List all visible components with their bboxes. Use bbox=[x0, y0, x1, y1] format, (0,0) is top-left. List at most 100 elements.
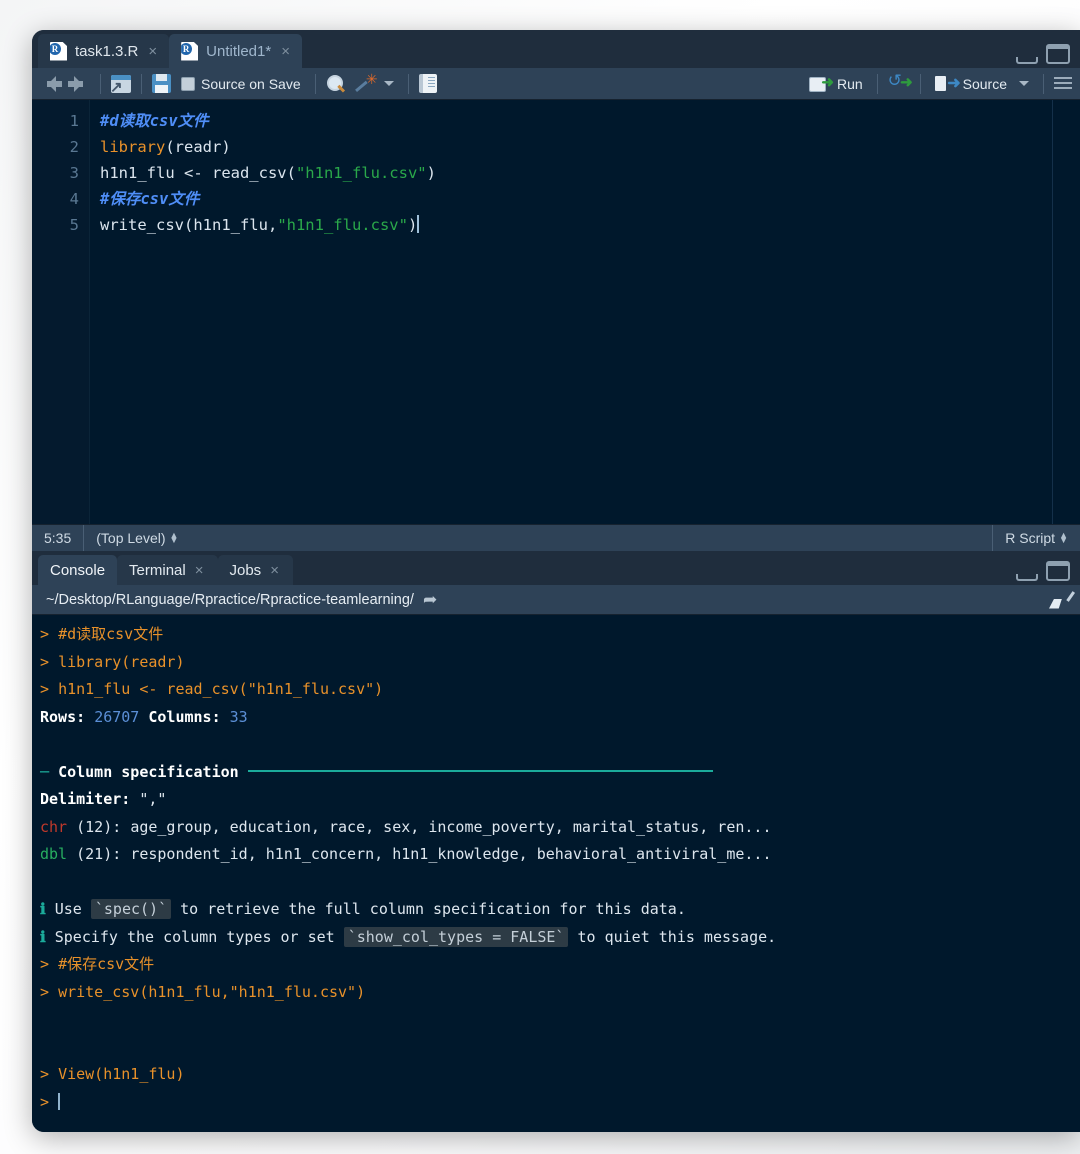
back-arrow-icon[interactable] bbox=[40, 76, 62, 92]
code-line[interactable]: write_csv(h1n1_flu,"h1n1_flu.csv") bbox=[100, 212, 1080, 238]
code-token: h1n1_flu <- read_csv( bbox=[100, 164, 296, 182]
line-number: 5 bbox=[69, 216, 79, 234]
notebook-icon[interactable] bbox=[418, 74, 437, 93]
minimize-icon[interactable] bbox=[1016, 574, 1038, 581]
divider bbox=[141, 73, 142, 94]
broom-icon[interactable] bbox=[1048, 590, 1070, 610]
console-output[interactable]: > #d读取csv文件 > library(readr) > h1n1_flu <-… bbox=[32, 615, 1080, 1132]
column-type-count: (21): bbox=[76, 845, 131, 863]
chevron-down-icon bbox=[383, 80, 394, 91]
code-token: library bbox=[100, 138, 166, 156]
info-text: to quiet this message. bbox=[568, 927, 777, 946]
line-number: 4 bbox=[69, 190, 79, 208]
column-type-kind: dbl bbox=[40, 845, 77, 863]
source-tab-untitled1[interactable]: Untitled1* × bbox=[169, 34, 302, 68]
line-number: 3 bbox=[69, 164, 79, 182]
source-tab-label: task1.3.R bbox=[75, 42, 139, 60]
rerun-icon[interactable] bbox=[888, 71, 913, 92]
section-dash: ─ bbox=[40, 762, 59, 781]
console-prompt: > bbox=[40, 625, 59, 643]
divider bbox=[100, 73, 101, 94]
column-type-names: respondent_id, h1n1_concern, h1n1_knowle… bbox=[130, 845, 772, 863]
close-icon[interactable]: × bbox=[279, 44, 292, 59]
save-icon[interactable] bbox=[152, 74, 171, 93]
code-line[interactable]: #d读取csv文件 bbox=[100, 108, 1080, 134]
maximize-icon[interactable] bbox=[1046, 561, 1070, 581]
tab-terminal[interactable]: Terminal × bbox=[117, 555, 218, 585]
tab-console[interactable]: Console bbox=[38, 555, 118, 585]
info-text: Specify the column types or set bbox=[54, 927, 344, 946]
go-to-directory-icon[interactable]: ➦ bbox=[423, 590, 437, 610]
show-in-new-window-icon[interactable] bbox=[110, 74, 131, 96]
rows-value: 26707 bbox=[94, 707, 149, 726]
cursor-position: 5:35 bbox=[32, 525, 83, 551]
forward-arrow-icon[interactable] bbox=[68, 75, 90, 92]
info-text: to retrieve the full column specificatio… bbox=[171, 900, 686, 918]
run-button[interactable]: Run bbox=[805, 73, 867, 94]
minimize-icon[interactable] bbox=[1016, 57, 1038, 64]
stepper-icon: ▲ ▼ bbox=[1059, 530, 1068, 545]
source-on-save-toggle[interactable]: Source on Save bbox=[177, 74, 305, 94]
info-icon: ℹ bbox=[40, 927, 55, 946]
console-window-buttons bbox=[1016, 561, 1070, 581]
console-command-line: > #保存csv文件 bbox=[40, 951, 1080, 979]
divider bbox=[919, 73, 921, 94]
stepper-icon: ▲ ▼ bbox=[169, 530, 179, 545]
source-button[interactable]: Source bbox=[931, 73, 1033, 94]
rows-label: Rows: bbox=[40, 707, 95, 726]
source-tab-task1[interactable]: task1.3.R × bbox=[38, 34, 170, 68]
console-cursor bbox=[58, 1092, 61, 1110]
console-command: #保存csv文件 bbox=[58, 955, 155, 973]
info-text: Use bbox=[54, 900, 91, 918]
text-cursor bbox=[417, 215, 420, 233]
code-token: ) bbox=[426, 164, 436, 182]
scope-selector[interactable]: (Top Level) ▲ ▼ bbox=[84, 525, 190, 551]
divider bbox=[1043, 73, 1044, 94]
close-icon[interactable]: × bbox=[268, 563, 281, 578]
r-file-icon bbox=[50, 41, 67, 61]
document-outline-icon[interactable] bbox=[1054, 76, 1072, 92]
info-icon: ℹ bbox=[40, 900, 55, 918]
close-icon[interactable]: × bbox=[146, 44, 159, 59]
divider bbox=[407, 73, 409, 94]
console-prompt: > bbox=[40, 982, 59, 1001]
console-pathbar: ~/Desktop/RLanguage/Rpractice/Rpractice-… bbox=[32, 585, 1080, 615]
console-column-type-line: dbl (21): respondent_id, h1n1_concern, h… bbox=[40, 841, 1080, 869]
chevron-down-icon[interactable] bbox=[1019, 80, 1029, 91]
code-tools-button[interactable] bbox=[352, 71, 398, 96]
code-line[interactable]: library(readr) bbox=[100, 134, 1080, 160]
code-text[interactable]: #d读取csv文件 library(readr) h1n1_flu <- read_… bbox=[90, 100, 1080, 524]
scope-label: (Top Level) bbox=[96, 530, 166, 546]
source-statusbar: 5:35 (Top Level) ▲ ▼ R Script ▲ ▼ bbox=[32, 524, 1080, 551]
checkbox-icon[interactable] bbox=[181, 76, 195, 91]
maximize-icon[interactable] bbox=[1046, 44, 1070, 64]
console-prompt: > bbox=[40, 1065, 59, 1083]
find-icon[interactable] bbox=[326, 74, 346, 94]
document-type-label: R Script bbox=[1005, 530, 1056, 546]
column-type-count: (12): bbox=[76, 817, 131, 836]
console-section-header: ─ Column specification bbox=[40, 759, 1080, 787]
delimiter-label: Delimiter: bbox=[40, 790, 140, 808]
source-label: Source bbox=[962, 75, 1007, 92]
tab-label: Jobs bbox=[229, 561, 262, 579]
magic-wand-icon bbox=[356, 71, 378, 94]
run-icon bbox=[808, 73, 834, 92]
tab-label: Terminal bbox=[129, 561, 186, 579]
console-prompt: > bbox=[40, 652, 59, 671]
close-icon[interactable]: × bbox=[193, 563, 206, 578]
section-title: Column specification bbox=[58, 762, 248, 781]
code-editor[interactable]: 12345 #d读取csv文件 library(readr) h1n1_flu <-… bbox=[32, 100, 1080, 524]
code-token: "h1n1_flu.csv" bbox=[295, 164, 427, 182]
divider bbox=[314, 73, 316, 94]
source-pane: task1.3.R × Untitled1* × bbox=[32, 30, 1080, 551]
document-type-selector[interactable]: R Script ▲ ▼ bbox=[993, 525, 1080, 551]
screen: task1.3.R × Untitled1* × bbox=[0, 0, 1080, 1154]
code-line[interactable]: #保存csv文件 bbox=[100, 186, 1080, 212]
tab-label: Console bbox=[50, 561, 106, 579]
line-number-gutter: 1 2 3 4 5 bbox=[32, 100, 90, 524]
console-command: View(h1n1_flu) bbox=[58, 1065, 185, 1083]
tab-jobs[interactable]: Jobs × bbox=[217, 555, 293, 585]
r-file-icon bbox=[181, 41, 199, 61]
code-line[interactable]: h1n1_flu <- read_csv("h1n1_flu.csv") bbox=[100, 160, 1080, 186]
